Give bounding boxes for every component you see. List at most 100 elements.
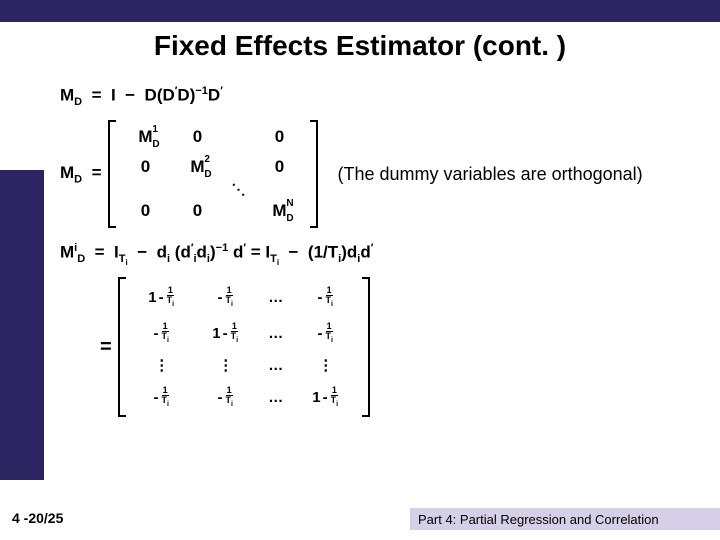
- d4: d: [233, 243, 243, 262]
- min21: -: [153, 325, 158, 342]
- m-subN: D: [286, 213, 293, 224]
- equation-md-definition: MD = I − D(D′D)−1D′: [60, 85, 700, 108]
- sym-M2: M: [60, 163, 74, 182]
- sym-eq2: =: [92, 163, 102, 182]
- cell-0b: 0: [275, 127, 284, 147]
- cell-0e: 0: [141, 201, 150, 221]
- Tsub: T: [119, 253, 126, 265]
- den12: Ti: [224, 296, 233, 309]
- bracket-left-icon: [108, 120, 116, 228]
- i12: i: [231, 301, 233, 308]
- sym-D2: D: [177, 86, 189, 105]
- m13: …: [268, 289, 283, 306]
- i11: i: [172, 301, 174, 308]
- sym-prime2: ′: [220, 85, 223, 97]
- oneover: (1/T: [308, 243, 338, 262]
- sub-Ti2: Ti: [270, 253, 279, 265]
- m-supN: N: [286, 198, 293, 209]
- d1: d: [157, 243, 167, 262]
- sym-eq: =: [92, 86, 102, 105]
- den42: Ti: [224, 396, 233, 409]
- di-sub: i: [167, 253, 170, 265]
- min14: -: [317, 289, 322, 306]
- den11: Ti: [166, 296, 175, 309]
- m43: …: [268, 389, 283, 406]
- m34: ⋮: [318, 356, 333, 374]
- sub-D2: D: [74, 173, 82, 185]
- den22: Ti: [230, 332, 239, 345]
- min12: -: [217, 289, 222, 306]
- m11: 1-1Ti: [148, 286, 175, 309]
- pr2: ′: [243, 242, 246, 254]
- equation-mdi: MiD = ITi − di (d′idi)−1 d′ = ITi − (1/T…: [60, 242, 700, 267]
- m3: M: [60, 243, 74, 262]
- top-bar: [0, 0, 720, 22]
- isub: i: [126, 258, 128, 267]
- frac42: 1Ti: [224, 386, 233, 409]
- m-base2: M: [190, 157, 204, 176]
- Tsub2: T: [270, 253, 277, 265]
- left-bar: [0, 170, 44, 480]
- m-sub2: D: [204, 169, 211, 180]
- i41: i: [167, 401, 169, 408]
- i21: i: [167, 337, 169, 344]
- lhs-md: MD =: [60, 163, 102, 185]
- d5: d: [347, 243, 357, 262]
- den21: Ti: [160, 332, 169, 345]
- bracket-left2-icon: [118, 277, 126, 417]
- sub-D: D: [74, 96, 82, 108]
- minus3b: −: [289, 243, 299, 262]
- min22: -: [223, 325, 228, 342]
- sym-M: M: [60, 86, 74, 105]
- i14: i: [331, 301, 333, 308]
- m32: ⋮: [218, 356, 233, 374]
- den24: Ti: [324, 332, 333, 345]
- m-sup1: 1: [152, 124, 158, 135]
- i42: i: [231, 401, 233, 408]
- m42: -1Ti: [217, 386, 233, 409]
- den44: Ti: [330, 396, 339, 409]
- minus3: −: [137, 243, 147, 262]
- m14: -1Ti: [317, 286, 333, 309]
- den41: Ti: [160, 396, 169, 409]
- m-baseN: M: [272, 201, 286, 220]
- min42: -: [217, 389, 222, 406]
- cell-ddots: ⋱: [232, 181, 246, 198]
- frac41: 1Ti: [160, 386, 169, 409]
- cell-0d: 0: [275, 157, 284, 177]
- bracket-right2-icon: [362, 277, 370, 417]
- one22: 1: [212, 325, 220, 342]
- frac12: 1Ti: [224, 286, 233, 309]
- cell-md2: MD2: [190, 157, 204, 177]
- sym-minus: −: [125, 86, 135, 105]
- slide-title: Fixed Effects Estimator (cont. ): [0, 30, 720, 62]
- d6: d: [360, 243, 370, 262]
- m23: …: [268, 325, 283, 342]
- min44: -: [323, 389, 328, 406]
- i44: i: [336, 401, 338, 408]
- sup-neg1: −1: [195, 85, 208, 97]
- block-matrix: MD1 0 0 0 MD2 0 ⋱ 0 0 MDN: [108, 120, 318, 228]
- d2: d: [180, 243, 190, 262]
- i24: i: [331, 337, 333, 344]
- m31: ⋮: [154, 356, 169, 374]
- matrix-grid: MD1 0 0 0 MD2 0 ⋱ 0 0 MDN: [116, 120, 310, 228]
- frac14: 1Ti: [324, 286, 333, 309]
- cell-0: 0: [193, 127, 202, 147]
- m-base: M: [138, 127, 152, 146]
- equation-explicit-matrix: = 1-1Ti -1Ti … -1Ti -1Ti 1-1Ti … -1Ti ⋮ …: [100, 277, 700, 417]
- sym-D: D: [145, 86, 157, 105]
- frac24: 1Ti: [324, 322, 333, 345]
- d3: d: [197, 243, 207, 262]
- m21: -1Ti: [153, 322, 169, 345]
- frac22: 1Ti: [230, 322, 239, 345]
- m-sup2: 2: [204, 154, 210, 165]
- sym-I: I: [111, 86, 116, 105]
- footer-label: Part 4: Partial Regression and Correlati…: [410, 508, 720, 530]
- eq3b: =: [251, 243, 266, 262]
- m33: …: [268, 357, 283, 374]
- m41: -1Ti: [153, 386, 169, 409]
- sub-d3: D: [77, 253, 85, 265]
- eq3-eq: =: [95, 243, 105, 262]
- min24: -: [317, 325, 322, 342]
